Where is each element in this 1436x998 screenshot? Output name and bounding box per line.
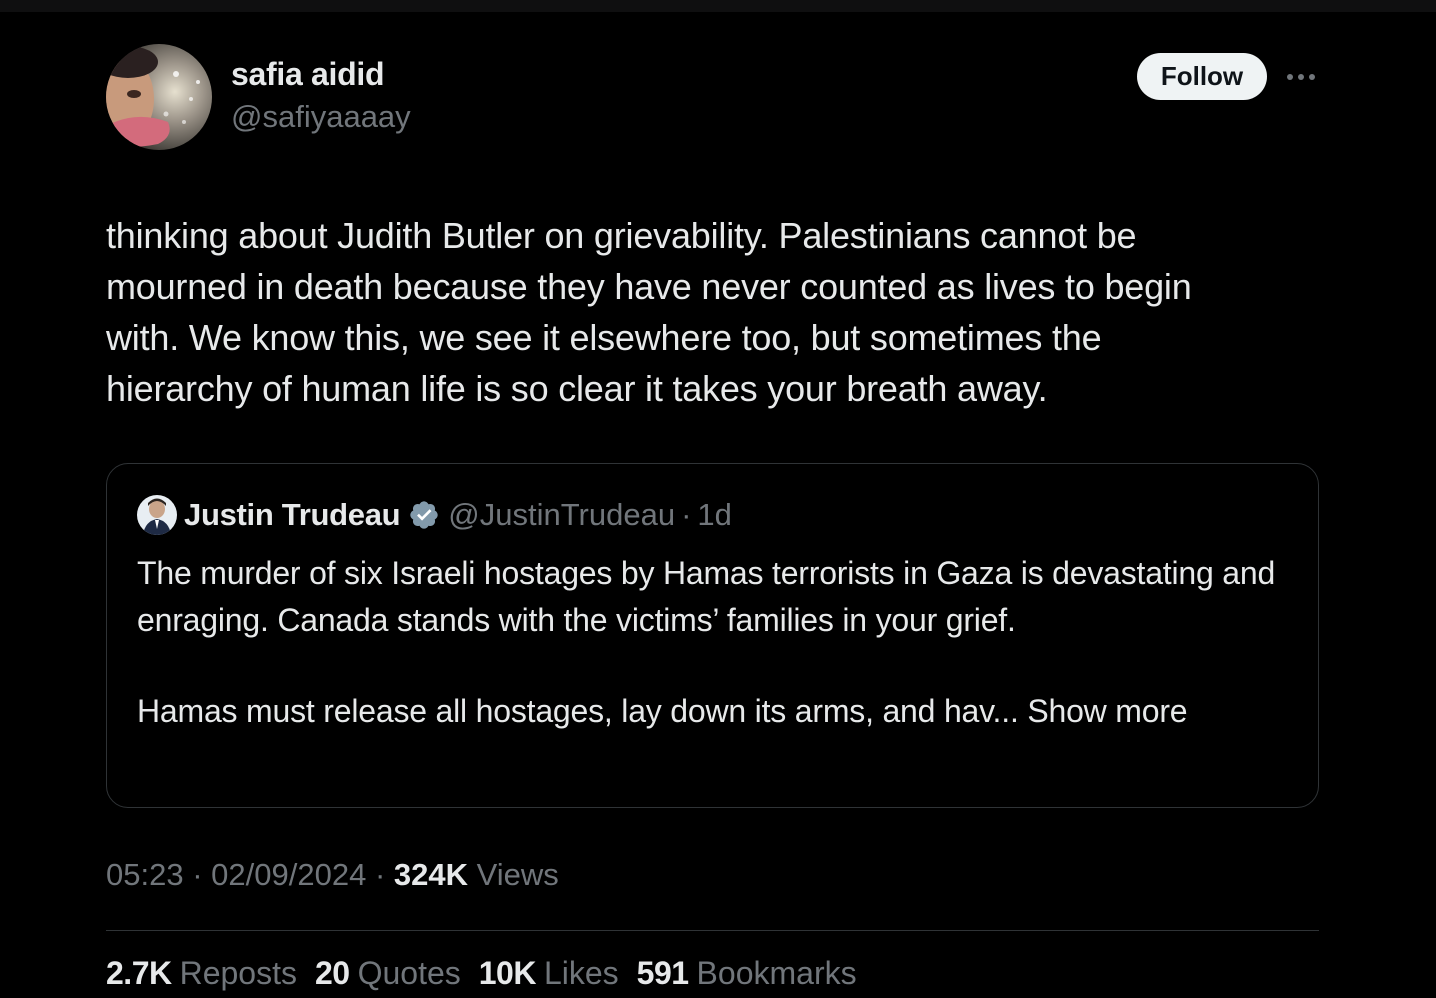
tweet-meta: 05:23 · 02/09/2024 · 324K Views (106, 857, 559, 893)
quoted-paragraph-2-text: Hamas must release all hostages, lay dow… (137, 693, 1019, 729)
reposts-count: 2.7K (106, 955, 172, 991)
quoted-timestamp[interactable]: 1d (697, 497, 731, 533)
quoted-author-avatar[interactable] (137, 495, 177, 535)
tweet: safia aidid @safiyaaaay Follow thinking … (106, 0, 1319, 998)
divider (106, 930, 1319, 931)
stat-bookmarks[interactable]: 591 Bookmarks (637, 955, 857, 992)
views-label: Views (476, 857, 559, 892)
author-name[interactable]: safia aidid (231, 56, 385, 93)
tweet-date[interactable]: 02/09/2024 (211, 857, 366, 892)
more-horizontal-icon[interactable] (1284, 62, 1318, 92)
bookmarks-count: 591 (636, 955, 689, 991)
meta-separator-2: · (374, 857, 386, 892)
quotes-count: 20 (314, 955, 350, 991)
quoted-author-name[interactable]: Justin Trudeau (184, 497, 401, 533)
show-more-link[interactable]: Show more (1027, 693, 1187, 729)
follow-button[interactable]: Follow (1137, 53, 1267, 100)
quoted-author-handle[interactable]: @JustinTrudeau (448, 497, 675, 533)
meta-separator-1: · (192, 857, 203, 892)
quoted-tweet-card[interactable]: Justin Trudeau @JustinTrudeau · 1d The m… (106, 463, 1319, 808)
likes-label: Likes (543, 955, 619, 991)
author-handle[interactable]: @safiyaaaay (231, 99, 411, 135)
reposts-label: Reposts (179, 955, 297, 991)
quoted-paragraph-1: The murder of six Israeli hostages by Ha… (137, 555, 1276, 638)
author-avatar[interactable] (106, 44, 212, 150)
stat-quotes[interactable]: 20 Quotes (315, 955, 461, 992)
quoted-tweet-text: The murder of six Israeli hostages by Ha… (137, 550, 1287, 735)
tweet-stats: 2.7K Reposts 20 Quotes 10K Likes 591 Bookmar… (106, 955, 875, 992)
views-count: 324K (393, 857, 468, 892)
quotes-label: Quotes (357, 955, 461, 991)
bookmarks-label: Bookmarks (696, 955, 857, 991)
likes-count: 10K (478, 955, 537, 991)
tweet-time[interactable]: 05:23 (106, 857, 184, 892)
verified-badge-icon (408, 499, 440, 531)
stat-likes[interactable]: 10K Likes (479, 955, 619, 992)
quoted-paragraph-2: Hamas must release all hostages, lay dow… (137, 688, 1287, 735)
quoted-separator: · (681, 497, 692, 532)
tweet-text: thinking about Judith Butler on grievabi… (106, 215, 1192, 409)
stat-reposts[interactable]: 2.7K Reposts (106, 955, 297, 992)
quoted-tweet-header: Justin Trudeau @JustinTrudeau · 1d (137, 494, 732, 536)
